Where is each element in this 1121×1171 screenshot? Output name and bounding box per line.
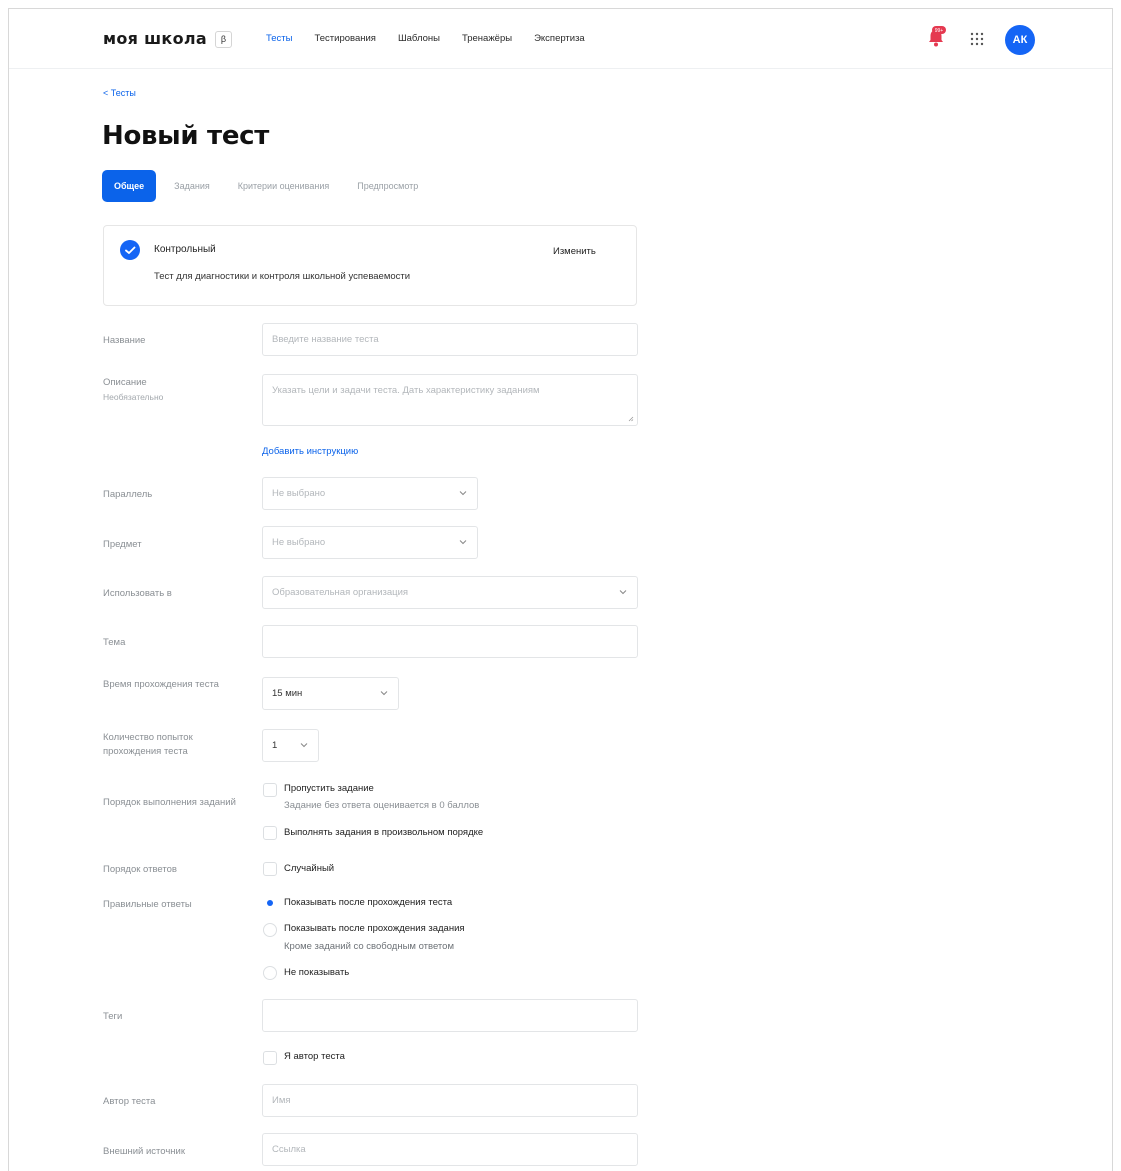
apps-grid-icon[interactable]: [970, 32, 984, 46]
notifications-bell-icon[interactable]: 99+: [926, 26, 946, 48]
parallel-value: Не выбрано: [272, 488, 326, 499]
chevron-down-icon: [459, 491, 467, 496]
source-label: Внешний источник: [103, 1146, 186, 1157]
breadcrumb-back[interactable]: < Тесты: [103, 88, 136, 98]
topic-input[interactable]: [262, 625, 638, 658]
page-title: Новый тест: [102, 121, 270, 151]
show-after-test-radio[interactable]: [263, 896, 277, 910]
tags-input[interactable]: [262, 999, 638, 1032]
attempts-select[interactable]: 1: [262, 729, 319, 762]
bell-badge: 99+: [935, 28, 944, 34]
description-placeholder: Указать цели и задачи теста. Дать характ…: [272, 385, 540, 396]
chevron-down-icon: [619, 590, 627, 595]
author-input[interactable]: Имя: [262, 1084, 638, 1117]
random-answers-option: Случайный: [284, 863, 335, 874]
resize-handle-icon[interactable]: [628, 416, 634, 422]
subject-label: Предмет: [103, 539, 142, 550]
chevron-down-icon: [459, 540, 467, 545]
task-order-label: Порядок выполнения заданий: [103, 797, 236, 808]
use-in-label: Использовать в: [103, 588, 172, 599]
add-instruction-link[interactable]: Добавить инструкцию: [262, 446, 358, 457]
duration-label: Время прохождения теста: [103, 679, 219, 690]
tab-general[interactable]: Общее: [102, 170, 157, 202]
main-nav: Тесты Тестирования Шаблоны Тренажёры Экс…: [266, 33, 607, 44]
nav-testing[interactable]: Тестирования: [314, 33, 375, 44]
attempts-label: Количество попыток прохождения теста: [103, 732, 193, 757]
nav-expertise[interactable]: Экспертиза: [534, 33, 585, 44]
name-label: Название: [103, 335, 146, 346]
app-window: моя школа β Тесты Тестирования Шаблоны Т…: [8, 8, 1113, 1171]
beta-badge: β: [215, 31, 232, 48]
top-header: моя школа β Тесты Тестирования Шаблоны Т…: [9, 9, 1112, 69]
i-am-author-option: Я автор теста: [284, 1051, 345, 1062]
skip-task-option: Пропустить задание: [284, 783, 374, 794]
check-circle-icon: [120, 240, 140, 260]
duration-value: 15 мин: [272, 688, 303, 699]
parallel-label: Параллель: [103, 489, 153, 500]
tab-preview[interactable]: Предпросмотр: [357, 181, 418, 191]
tabs: Общее Задания Критерии оценивания Предпр…: [102, 170, 446, 202]
change-type-button[interactable]: Изменить: [553, 246, 596, 257]
logo[interactable]: моя школа: [103, 29, 207, 48]
show-after-test-option: Показывать после прохождения теста: [284, 897, 453, 908]
random-answers-checkbox[interactable]: [263, 862, 277, 876]
attempts-value: 1: [272, 740, 278, 751]
show-after-task-note: Кроме заданий со свободным ответом: [284, 941, 454, 952]
tab-criteria[interactable]: Критерии оценивания: [238, 181, 329, 191]
show-after-task-option: Показывать после прохождения задания: [284, 923, 465, 934]
source-input[interactable]: Ссылка: [262, 1133, 638, 1166]
duration-select[interactable]: 15 мин: [262, 677, 399, 710]
correct-answers-label: Правильные ответы: [103, 899, 192, 910]
subject-select[interactable]: Не выбрано: [262, 526, 478, 559]
tags-label: Теги: [103, 1011, 123, 1022]
nav-tests[interactable]: Тесты: [266, 33, 292, 44]
author-label: Автор теста: [103, 1096, 156, 1107]
random-order-checkbox[interactable]: [263, 826, 277, 840]
nav-templates[interactable]: Шаблоны: [398, 33, 440, 44]
use-in-select[interactable]: Образовательная организация: [262, 576, 638, 609]
parallel-select[interactable]: Не выбрано: [262, 477, 478, 510]
dont-show-option: Не показывать: [284, 967, 350, 978]
test-type-description: Тест для диагностики и контроля школьной…: [154, 271, 411, 282]
dont-show-radio[interactable]: [263, 966, 277, 980]
use-in-value: Образовательная организация: [272, 587, 409, 598]
topic-label: Тема: [103, 637, 126, 648]
tab-tasks[interactable]: Задания: [174, 181, 210, 191]
user-avatar[interactable]: АК: [1005, 25, 1035, 55]
random-order-option: Выполнять задания в произвольном порядке: [284, 827, 484, 838]
description-label: Описание: [103, 377, 147, 388]
test-type-title: Контрольный: [154, 244, 216, 255]
show-after-task-radio[interactable]: [263, 923, 277, 937]
description-optional-note: Необязательно: [103, 392, 164, 402]
description-textarea[interactable]: Указать цели и задачи теста. Дать характ…: [262, 374, 638, 426]
subject-value: Не выбрано: [272, 537, 326, 548]
i-am-author-checkbox[interactable]: [263, 1051, 277, 1065]
answer-order-label: Порядок ответов: [103, 864, 177, 875]
nav-trainers[interactable]: Тренажёры: [462, 33, 512, 44]
skip-task-checkbox[interactable]: [263, 783, 277, 797]
chevron-down-icon: [300, 743, 308, 748]
skip-task-note: Задание без ответа оценивается в 0 балло…: [284, 800, 480, 811]
name-input[interactable]: Введите название теста: [262, 323, 638, 356]
test-type-card: Контрольный Тест для диагностики и контр…: [103, 225, 637, 306]
chevron-down-icon: [380, 691, 388, 696]
